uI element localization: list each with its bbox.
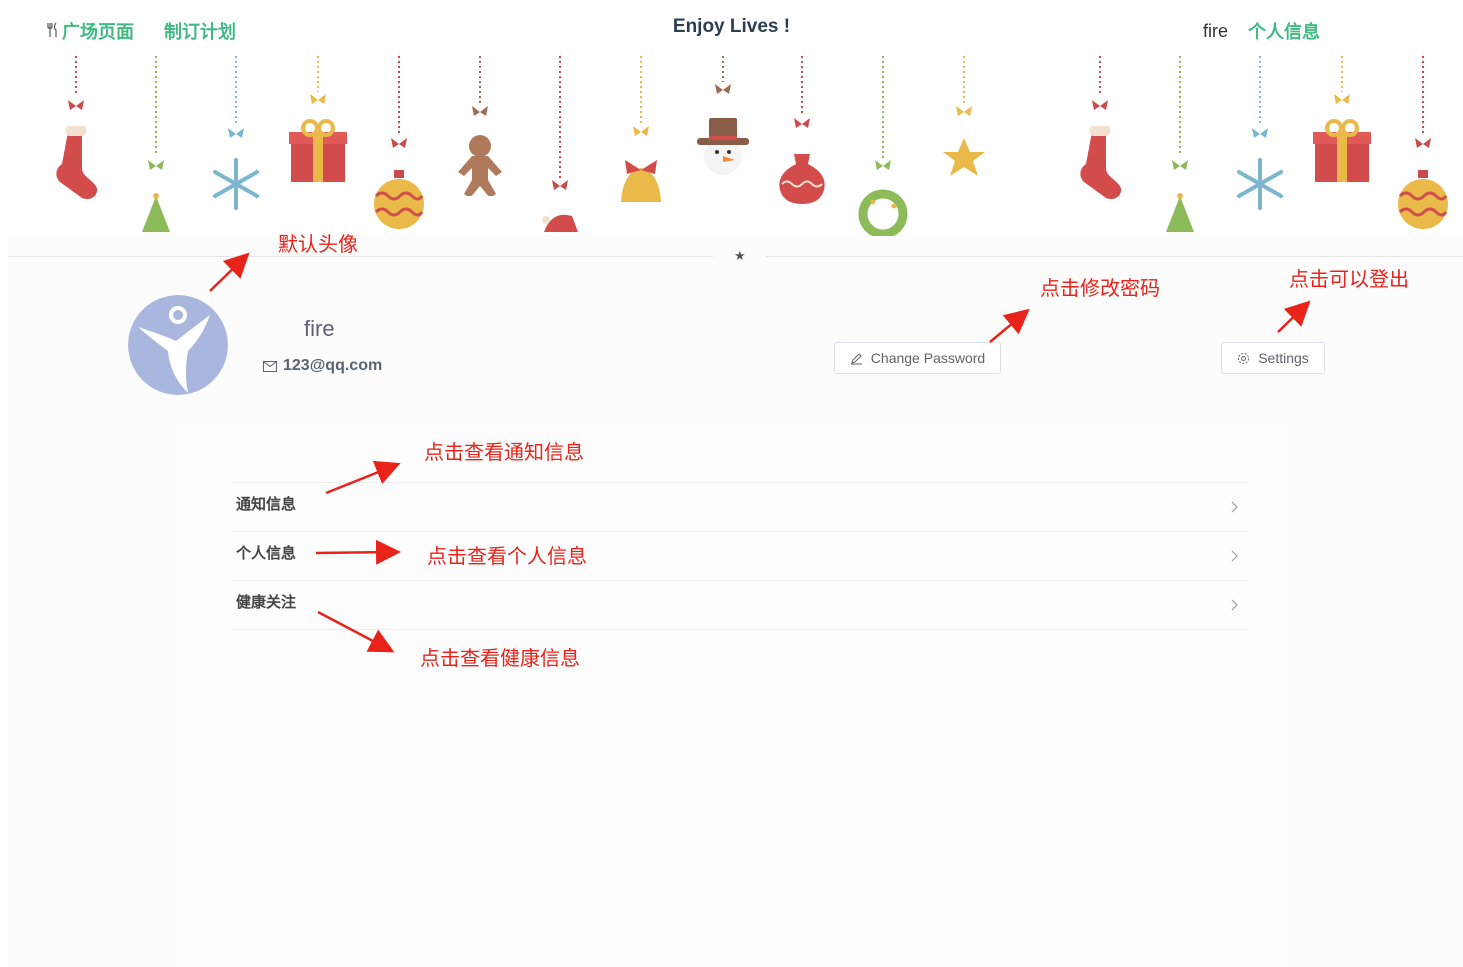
arrow-icon [1277,300,1311,333]
annotation-arrows [209,252,1311,653]
arrow-icon [325,460,401,495]
arrow-icon [315,539,401,565]
arrow-icon [209,252,250,292]
arrow-icon [317,610,395,653]
arrow-icon [989,308,1030,343]
